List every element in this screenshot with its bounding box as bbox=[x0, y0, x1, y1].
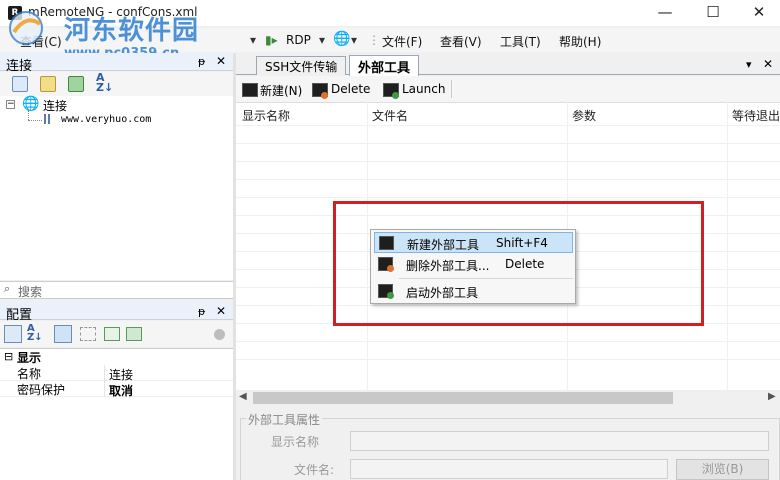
menu-tools[interactable]: 工具(T) bbox=[500, 33, 541, 50]
new-tool-button[interactable]: 新建(N) bbox=[260, 82, 302, 99]
minimize-button[interactable]: — bbox=[642, 0, 688, 26]
column-separator bbox=[727, 102, 728, 390]
collapse-toggle-icon[interactable]: − bbox=[6, 100, 15, 109]
rdp-dropdown-icon[interactable]: ▾ bbox=[319, 33, 325, 47]
property-name: 密码保护 bbox=[17, 383, 66, 397]
watermark-title: 河东软件园 bbox=[64, 16, 200, 46]
column-header-filename[interactable]: 文件名 bbox=[372, 107, 408, 124]
grid-line bbox=[236, 359, 780, 360]
connections-toolbar bbox=[0, 72, 233, 96]
column-header-wait-exit[interactable]: 等待退出 bbox=[732, 107, 780, 124]
grid-line bbox=[236, 179, 780, 180]
column-header-arguments[interactable]: 参数 bbox=[572, 107, 596, 124]
menu-item-shortcut: Shift+F4 bbox=[496, 236, 548, 250]
launch-badge-icon bbox=[387, 292, 394, 299]
column-header-display-name[interactable]: 显示名称 bbox=[242, 107, 290, 124]
menu-file[interactable]: 文件(F) bbox=[382, 33, 422, 50]
default-inherit-icon[interactable] bbox=[126, 327, 142, 341]
collapse-toggle-icon[interactable]: ⊟ bbox=[4, 350, 13, 363]
grid-line bbox=[236, 341, 780, 342]
close-icon[interactable]: ✕ bbox=[763, 57, 773, 71]
property-name: 名称 bbox=[17, 367, 42, 381]
watermark-logo bbox=[9, 11, 43, 45]
view-icon[interactable] bbox=[68, 76, 84, 92]
scroll-right-icon[interactable]: ▶ bbox=[768, 391, 776, 402]
tab-external-tools[interactable]: 外部工具 bbox=[349, 55, 420, 76]
default-props-icon[interactable] bbox=[104, 327, 120, 341]
menu-item-delete-tool[interactable]: 删除外部工具... Delete bbox=[374, 254, 573, 275]
menu-item-label: 启动外部工具 bbox=[406, 286, 479, 300]
dropdown-arrow-icon[interactable]: ▾ bbox=[250, 33, 256, 47]
terminal-icon bbox=[242, 83, 258, 97]
display-name-field[interactable] bbox=[350, 431, 769, 451]
menu-separator bbox=[399, 278, 573, 279]
delete-badge-icon bbox=[387, 265, 394, 272]
grid-line bbox=[236, 161, 780, 162]
rdp-icon: ▮▸ bbox=[265, 33, 278, 47]
tab-dropdown-icon[interactable]: ▾ bbox=[746, 58, 752, 71]
globe-dropdown-icon[interactable]: ▾ bbox=[351, 33, 357, 47]
menu-item-launch-tool[interactable]: 启动外部工具 bbox=[374, 281, 573, 302]
grid-line bbox=[236, 143, 780, 144]
new-folder-icon[interactable] bbox=[40, 76, 56, 92]
search-placeholder: 搜索 bbox=[18, 285, 43, 299]
property-category: 显示 bbox=[17, 351, 42, 365]
context-menu: 新建外部工具 Shift+F4 删除外部工具... Delete 启动外部工具 bbox=[370, 229, 576, 304]
tree-line bbox=[28, 120, 42, 121]
toolbar-separator bbox=[451, 80, 452, 98]
delete-badge-icon bbox=[321, 92, 328, 99]
column-divider bbox=[104, 365, 105, 397]
menu-item-label: 新建外部工具 bbox=[407, 238, 480, 252]
pin-icon[interactable]: ᵽ bbox=[198, 55, 205, 68]
sort-az-icon[interactable]: A Z↓ bbox=[27, 324, 43, 343]
launch-badge-icon bbox=[392, 92, 399, 99]
menu-view[interactable]: 查看(V) bbox=[440, 33, 482, 50]
menu-item-new-tool[interactable]: 新建外部工具 Shift+F4 bbox=[374, 232, 573, 253]
display-name-label: 显示名称 bbox=[271, 435, 320, 449]
new-tool-icon bbox=[379, 236, 394, 250]
properties-group-title: 外部工具属性 bbox=[246, 411, 323, 428]
delete-tool-button[interactable]: Delete bbox=[331, 82, 370, 96]
scroll-left-icon[interactable]: ◀ bbox=[239, 391, 247, 402]
filename-label: 文件名: bbox=[294, 463, 335, 477]
globe-icon[interactable]: 🌐 bbox=[333, 31, 350, 47]
menu-item-label: 删除外部工具... bbox=[406, 259, 490, 273]
sort-az-icon[interactable]: A Z↓ bbox=[96, 72, 113, 93]
new-connection-icon[interactable] bbox=[12, 76, 28, 92]
property-value[interactable]: 取消 bbox=[109, 382, 133, 399]
tree-line bbox=[28, 110, 29, 120]
launch-tool-button[interactable]: Launch bbox=[402, 82, 445, 96]
browse-button[interactable]: 浏览(B) bbox=[676, 459, 769, 480]
menu-help[interactable]: 帮助(H) bbox=[559, 33, 601, 50]
toolbar-separator: ⋮ bbox=[368, 33, 380, 47]
maximize-button[interactable]: ☐ bbox=[690, 0, 736, 26]
search-icon: ⌕ bbox=[4, 282, 11, 295]
globe-icon: 🌐 bbox=[22, 96, 40, 112]
rdp-button[interactable]: RDP bbox=[286, 33, 311, 47]
inheritance-icon[interactable] bbox=[80, 327, 96, 341]
properties-icon[interactable] bbox=[54, 325, 72, 343]
tree-root-label[interactable]: 连接 bbox=[43, 97, 67, 114]
close-icon[interactable]: ✕ bbox=[216, 54, 226, 68]
tab-ssh-transfer[interactable]: SSH文件传输 bbox=[256, 56, 347, 75]
categorized-icon[interactable] bbox=[4, 325, 22, 343]
menu-item-shortcut: Delete bbox=[505, 257, 545, 271]
connection-icon bbox=[44, 114, 50, 124]
pin-icon[interactable]: ᵽ bbox=[198, 305, 205, 318]
scrollbar-thumb[interactable] bbox=[253, 392, 673, 404]
tree-child-label[interactable]: www.veryhuo.com bbox=[61, 114, 151, 125]
grid-line bbox=[236, 125, 780, 126]
status-icon bbox=[214, 329, 225, 340]
close-icon[interactable]: ✕ bbox=[216, 304, 226, 318]
filename-field[interactable] bbox=[350, 459, 668, 479]
close-button[interactable]: ✕ bbox=[736, 0, 780, 26]
grid-line bbox=[236, 197, 780, 198]
